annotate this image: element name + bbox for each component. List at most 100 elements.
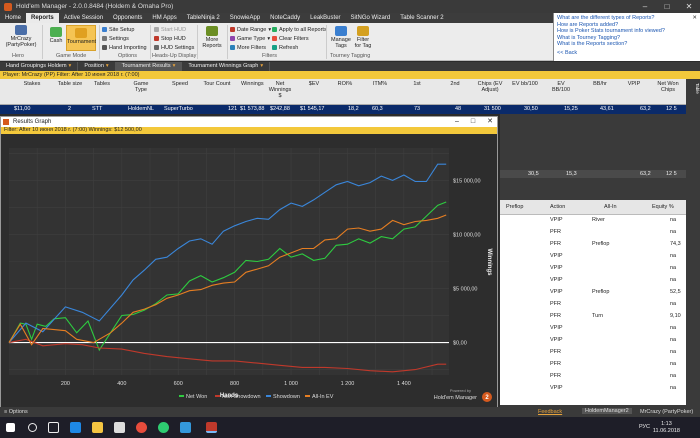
col-game-type[interactable]: Game Type [130,81,152,93]
minimize-button[interactable]: – [634,2,656,11]
col-tables[interactable]: Tables [90,81,114,87]
legend-label: All-In EV [312,394,334,400]
col-action[interactable]: Action [550,204,565,210]
col-1st[interactable]: 1st [408,81,426,87]
results-graph-window[interactable]: Results Graph – □ ✕ Filter: After 10 июн… [0,116,498,409]
col-ev-bb100[interactable]: EV bb/100 [508,81,542,87]
start-hud-button[interactable]: Start HUD [154,26,186,33]
tab-reports[interactable]: Reports [26,13,59,23]
player-status: MrCrazy (PartyPoker) [640,409,694,415]
feedback-link[interactable]: Feedback [538,409,562,415]
tab-notecaddy[interactable]: NoteCaddy [265,13,305,23]
game-type-button[interactable]: Game Type ▾ [230,35,270,42]
language-indicator[interactable]: РУС [639,424,650,430]
app-logo-icon [3,119,9,125]
col-chips-ev[interactable]: Chips (EV Adjust) [476,81,504,93]
col-winnings[interactable]: Winnings [241,81,264,87]
brand-text: Hold'em Manager [434,395,477,401]
stop-hud-button[interactable]: Stop HUD [154,35,186,42]
refresh-button[interactable]: Refresh [272,44,298,51]
clear-filters-button[interactable]: Clear Filters [272,35,309,42]
col-roi[interactable]: ROI% [333,81,357,87]
col-itm[interactable]: ITM% [368,81,392,87]
tab-tableninja[interactable]: TableNinja 2 [182,13,225,23]
col-bb-hr[interactable]: BB/hr [588,81,612,87]
col-speed[interactable]: Speed [168,81,192,87]
hand-importing-button[interactable]: Hand Importing [102,44,147,51]
tab-tournament-winnings-graph[interactable]: Tournament Winnings Graph ▾ [182,62,271,71]
tab-home[interactable]: Home [0,13,26,23]
tab-position[interactable]: Position ▾ [78,62,116,71]
table-side-tab[interactable]: Table [686,79,700,409]
hero-button[interactable]: MrCrazy (PartyPoker) [4,25,38,48]
maximize-button[interactable]: □ [656,2,678,11]
cash-button[interactable]: Cash [46,27,66,44]
manage-tags-button[interactable]: Manage Tags [330,26,352,49]
col-2nd[interactable]: 2nd [446,81,464,87]
panel-allin-cell: Preflop [592,241,610,247]
x-tick-label: 800 [230,381,239,387]
results-chart: 200 400 600 800 1 000 1 200 1 400 $0,00 $5 000,0… [1,134,497,408]
edge-icon[interactable] [70,422,81,433]
col-stakes[interactable]: Stakes [12,81,52,87]
app-icon[interactable] [180,422,191,433]
windows-start-icon[interactable] [6,423,15,432]
group-hero: Hero [12,53,24,59]
site-setup-button[interactable]: Site Setup [102,26,134,33]
more-reports-button[interactable]: More Reports [200,26,224,49]
tab-sitngo-wizard[interactable]: SitNGo Wizard [346,13,396,23]
col-tour-count[interactable]: Tour Count [203,81,231,87]
table-row[interactable]: $11,00 2 STT HoldemNL SuperTurbo 121 $1 … [0,105,686,114]
options-button[interactable]: ≡ Options [4,409,28,415]
date-range-button[interactable]: Date Range ▾ [230,26,271,33]
tab-opponents[interactable]: Opponents [108,13,147,23]
task-view-icon[interactable] [48,422,59,433]
tab-active-session[interactable]: Active Session [59,13,108,23]
filter-icon [230,45,235,50]
store-icon[interactable] [114,422,125,433]
col-ev[interactable]: $EV [302,81,326,87]
opera-icon[interactable] [136,422,147,433]
site-setup-icon [102,27,107,32]
col-net-winnings[interactable]: Net Winnings $ [268,81,292,99]
tab-hm-apps[interactable]: HM Apps [147,13,181,23]
col-net-won-chips[interactable]: Net Won Chips [654,81,682,93]
panel-equity-cell: na [670,253,677,259]
chrome-icon[interactable] [158,422,169,433]
panel-equity-cell: 52,5 [670,289,681,295]
help-link[interactable]: What is the Reports section? [557,41,697,48]
tab-hand-groupings[interactable]: Hand Groupings Holdem ▾ [0,62,79,71]
close-help-button[interactable]: ✕ [692,15,697,21]
clock[interactable]: 1:13 11.06.2018 [653,421,680,434]
settings-button[interactable]: Settings [102,35,129,42]
tab-table-scanner[interactable]: Table Scanner 2 [395,13,448,23]
col-equity[interactable]: Equity % [652,204,674,210]
y-tick-label: $5 000,00 [453,287,477,293]
col-ev-bb100-2[interactable]: EV BB/100 [548,81,574,93]
tab-leakbuster[interactable]: LeakBuster [305,13,345,23]
clear-icon [272,36,277,41]
folder-icon[interactable] [92,422,103,433]
more-filters-button[interactable]: More Filters [230,44,266,51]
minimize-button[interactable]: – [455,117,459,127]
hud-settings-button[interactable]: HUD Settings [154,44,194,51]
search-icon[interactable] [28,423,37,432]
tab-tournament-results[interactable]: Tournament Results ▾ [115,62,183,71]
close-button[interactable]: ✕ [678,2,700,11]
col-table-size[interactable]: Table size [55,81,85,87]
holdem-manager-taskbar-icon[interactable] [206,422,217,433]
filter-for-tag-button[interactable]: Filter for Tag [353,26,373,49]
close-button[interactable]: ✕ [487,117,493,127]
col-allin[interactable]: All-In [604,204,617,210]
tournament-button[interactable]: Tournament [66,25,96,51]
gear-icon [102,36,107,41]
apply-all-reports-button[interactable]: Apply to all Reports [272,26,327,33]
app-status[interactable]: HoldemManager2 [582,408,632,414]
col-vpip[interactable]: VPIP [624,81,644,87]
tag-filter-icon [357,26,369,36]
help-back-link[interactable]: << Back [557,50,697,56]
status-bar: ≡ Options Feedback HoldemManager2 MrCraz… [0,407,700,417]
tab-snowieapp[interactable]: SnowieApp [225,13,265,23]
maximize-button[interactable]: □ [471,117,475,127]
col-preflop[interactable]: Preflop [506,204,523,210]
